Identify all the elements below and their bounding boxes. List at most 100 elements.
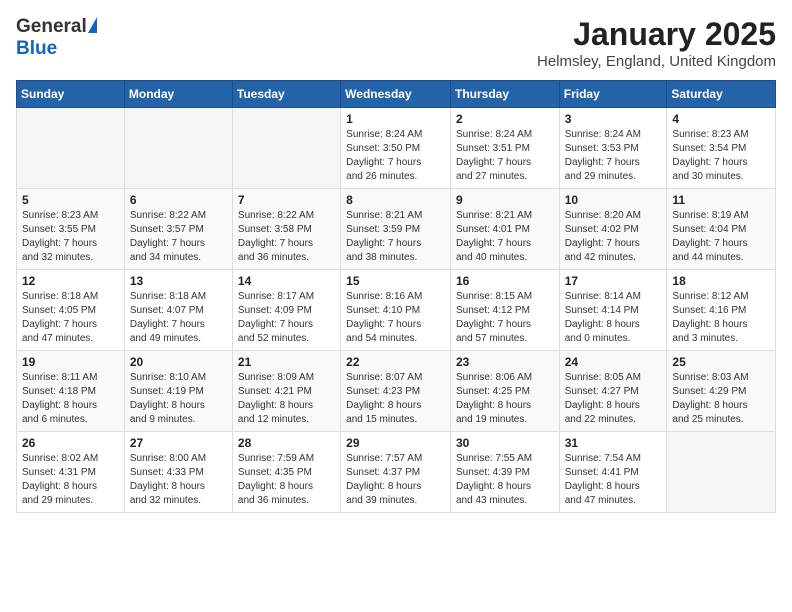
calendar-cell: 6 Sunrise: 8:22 AM Sunset: 3:57 PM Daylig… (124, 189, 232, 270)
calendar-cell: 25Sunrise: 8:03 AM Sunset: 4:29 PM Dayli… (667, 351, 776, 432)
title-block: January 2025 Helmsley, England, United K… (537, 16, 776, 70)
day-number: 22 (346, 355, 445, 369)
calendar-cell: 15Sunrise: 8:16 AM Sunset: 4:10 PM Dayli… (341, 270, 451, 351)
day-number: 18 (672, 274, 770, 288)
calendar-cell (667, 432, 776, 513)
day-number: 4 (672, 112, 770, 126)
day-number: 10 (565, 193, 662, 207)
day-number: 1 (346, 112, 445, 126)
day-info: Sunrise: 8:24 AM Sunset: 3:53 PM Dayligh… (565, 128, 662, 184)
day-number: 5 (22, 193, 119, 207)
day-number: 24 (565, 355, 662, 369)
calendar-cell: 18Sunrise: 8:12 AM Sunset: 4:16 PM Dayli… (667, 270, 776, 351)
day-number: 15 (346, 274, 445, 288)
day-number: 3 (565, 112, 662, 126)
calendar-weekday-friday: Friday (559, 81, 667, 108)
day-number: 17 (565, 274, 662, 288)
calendar-cell: 8 Sunrise: 8:21 AM Sunset: 3:59 PM Daylig… (341, 189, 451, 270)
day-info: Sunrise: 8:24 AM Sunset: 3:50 PM Dayligh… (346, 128, 445, 184)
calendar-week-row: 5 Sunrise: 8:23 AM Sunset: 3:55 PM Daylig… (17, 189, 776, 270)
day-number: 26 (22, 436, 119, 450)
day-info: Sunrise: 8:23 AM Sunset: 3:55 PM Dayligh… (22, 209, 119, 265)
month-title: January 2025 (537, 16, 776, 53)
day-info: Sunrise: 8:17 AM Sunset: 4:09 PM Dayligh… (238, 290, 335, 346)
day-info: Sunrise: 8:21 AM Sunset: 3:59 PM Dayligh… (346, 209, 445, 265)
logo-blue: Blue (16, 38, 57, 60)
calendar-cell: 19 Sunrise: 8:11 AM Sunset: 4:18 PM Dayli… (17, 351, 125, 432)
day-number: 11 (672, 193, 770, 207)
day-number: 29 (346, 436, 445, 450)
calendar-cell: 17 Sunrise: 8:14 AM Sunset: 4:14 PM Dayli… (559, 270, 667, 351)
day-number: 12 (22, 274, 119, 288)
day-number: 8 (346, 193, 445, 207)
calendar-week-row: 1 Sunrise: 8:24 AM Sunset: 3:50 PM Daylig… (17, 108, 776, 189)
day-info: Sunrise: 7:59 AM Sunset: 4:35 PM Dayligh… (238, 452, 335, 508)
day-info: Sunrise: 8:24 AM Sunset: 3:51 PM Dayligh… (456, 128, 554, 184)
calendar-week-row: 19 Sunrise: 8:11 AM Sunset: 4:18 PM Dayli… (17, 351, 776, 432)
day-number: 6 (130, 193, 227, 207)
calendar-cell (232, 108, 340, 189)
calendar-cell: 30 Sunrise: 7:55 AM Sunset: 4:39 PM Dayli… (450, 432, 559, 513)
day-info: Sunrise: 8:11 AM Sunset: 4:18 PM Dayligh… (22, 371, 119, 427)
day-info: Sunrise: 7:54 AM Sunset: 4:41 PM Dayligh… (565, 452, 662, 508)
day-info: Sunrise: 8:18 AM Sunset: 4:07 PM Dayligh… (130, 290, 227, 346)
day-number: 30 (456, 436, 554, 450)
day-number: 19 (22, 355, 119, 369)
day-number: 27 (130, 436, 227, 450)
calendar-weekday-tuesday: Tuesday (232, 81, 340, 108)
calendar-cell: 20 Sunrise: 8:10 AM Sunset: 4:19 PM Dayli… (124, 351, 232, 432)
day-info: Sunrise: 8:21 AM Sunset: 4:01 PM Dayligh… (456, 209, 554, 265)
calendar-cell: 4 Sunrise: 8:23 AM Sunset: 3:54 PM Daylig… (667, 108, 776, 189)
day-number: 25 (672, 355, 770, 369)
calendar-cell: 23Sunrise: 8:06 AM Sunset: 4:25 PM Dayli… (450, 351, 559, 432)
day-number: 28 (238, 436, 335, 450)
day-info: Sunrise: 8:22 AM Sunset: 3:58 PM Dayligh… (238, 209, 335, 265)
logo: General Blue (16, 16, 97, 60)
calendar-cell: 10 Sunrise: 8:20 AM Sunset: 4:02 PM Dayli… (559, 189, 667, 270)
calendar-weekday-monday: Monday (124, 81, 232, 108)
day-info: Sunrise: 8:07 AM Sunset: 4:23 PM Dayligh… (346, 371, 445, 427)
day-info: Sunrise: 8:18 AM Sunset: 4:05 PM Dayligh… (22, 290, 119, 346)
location: Helmsley, England, United Kingdom (537, 53, 776, 70)
calendar-weekday-wednesday: Wednesday (341, 81, 451, 108)
calendar-cell: 29 Sunrise: 7:57 AM Sunset: 4:37 PM Dayli… (341, 432, 451, 513)
logo-icon (88, 17, 97, 33)
calendar-weekday-saturday: Saturday (667, 81, 776, 108)
calendar-cell (124, 108, 232, 189)
calendar-weekday-sunday: Sunday (17, 81, 125, 108)
day-number: 13 (130, 274, 227, 288)
day-info: Sunrise: 8:15 AM Sunset: 4:12 PM Dayligh… (456, 290, 554, 346)
calendar-cell: 28 Sunrise: 7:59 AM Sunset: 4:35 PM Dayli… (232, 432, 340, 513)
day-info: Sunrise: 8:19 AM Sunset: 4:04 PM Dayligh… (672, 209, 770, 265)
day-info: Sunrise: 7:55 AM Sunset: 4:39 PM Dayligh… (456, 452, 554, 508)
day-number: 20 (130, 355, 227, 369)
day-number: 9 (456, 193, 554, 207)
day-info: Sunrise: 8:20 AM Sunset: 4:02 PM Dayligh… (565, 209, 662, 265)
day-number: 7 (238, 193, 335, 207)
calendar-week-row: 12 Sunrise: 8:18 AM Sunset: 4:05 PM Dayli… (17, 270, 776, 351)
calendar-cell: 21 Sunrise: 8:09 AM Sunset: 4:21 PM Dayli… (232, 351, 340, 432)
day-info: Sunrise: 8:09 AM Sunset: 4:21 PM Dayligh… (238, 371, 335, 427)
day-info: Sunrise: 8:10 AM Sunset: 4:19 PM Dayligh… (130, 371, 227, 427)
day-number: 2 (456, 112, 554, 126)
day-info: Sunrise: 8:00 AM Sunset: 4:33 PM Dayligh… (130, 452, 227, 508)
calendar-week-row: 26 Sunrise: 8:02 AM Sunset: 4:31 PM Dayli… (17, 432, 776, 513)
day-info: Sunrise: 8:22 AM Sunset: 3:57 PM Dayligh… (130, 209, 227, 265)
calendar-cell: 2 Sunrise: 8:24 AM Sunset: 3:51 PM Daylig… (450, 108, 559, 189)
calendar-cell: 3 Sunrise: 8:24 AM Sunset: 3:53 PM Daylig… (559, 108, 667, 189)
day-info: Sunrise: 8:06 AM Sunset: 4:25 PM Dayligh… (456, 371, 554, 427)
day-info: Sunrise: 8:23 AM Sunset: 3:54 PM Dayligh… (672, 128, 770, 184)
calendar-cell: 16 Sunrise: 8:15 AM Sunset: 4:12 PM Dayli… (450, 270, 559, 351)
calendar-weekday-thursday: Thursday (450, 81, 559, 108)
day-number: 21 (238, 355, 335, 369)
day-info: Sunrise: 8:14 AM Sunset: 4:14 PM Dayligh… (565, 290, 662, 346)
day-info: Sunrise: 7:57 AM Sunset: 4:37 PM Dayligh… (346, 452, 445, 508)
calendar-cell: 1 Sunrise: 8:24 AM Sunset: 3:50 PM Daylig… (341, 108, 451, 189)
day-info: Sunrise: 8:02 AM Sunset: 4:31 PM Dayligh… (22, 452, 119, 508)
logo-general: General (16, 16, 87, 38)
calendar-cell: 9 Sunrise: 8:21 AM Sunset: 4:01 PM Daylig… (450, 189, 559, 270)
day-number: 16 (456, 274, 554, 288)
calendar-cell (17, 108, 125, 189)
calendar-cell: 12 Sunrise: 8:18 AM Sunset: 4:05 PM Dayli… (17, 270, 125, 351)
calendar-cell: 22 Sunrise: 8:07 AM Sunset: 4:23 PM Dayli… (341, 351, 451, 432)
